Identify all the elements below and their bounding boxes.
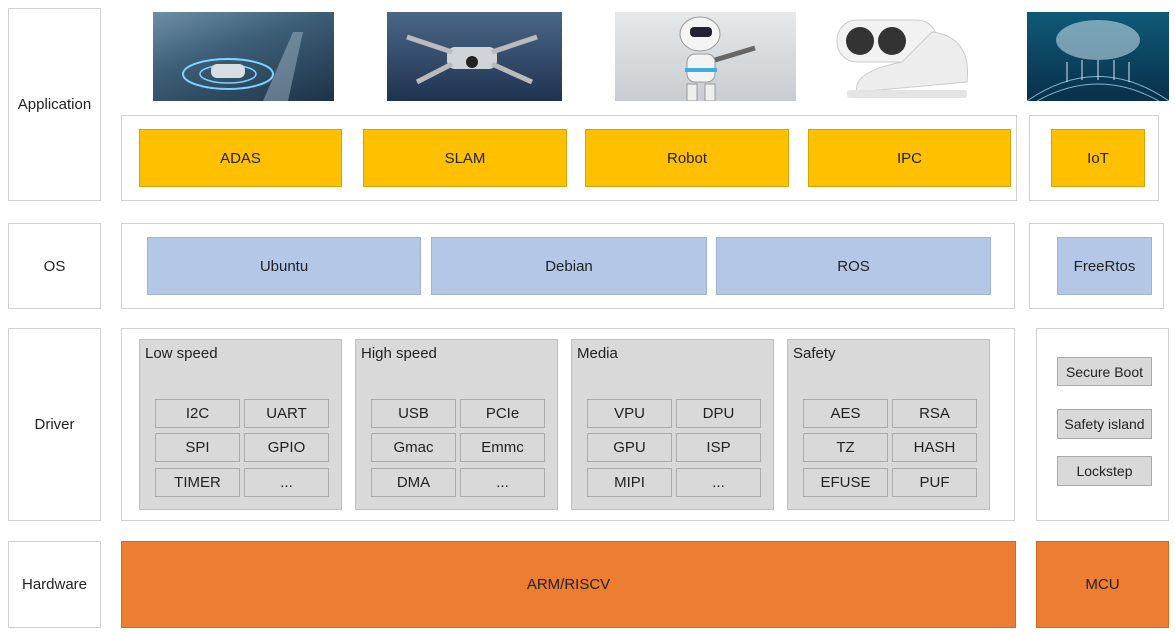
driver-group-title: Media	[577, 345, 618, 362]
driver-cell: DMA	[371, 468, 456, 497]
secure-boot: Secure Boot	[1057, 357, 1152, 386]
app-ipc: IPC	[808, 129, 1011, 187]
driver-group-high-speed: High speed USB PCIe Gmac Emmc DMA...	[355, 339, 558, 510]
driver-cell: ...	[244, 468, 329, 497]
driver-cell: EFUSE	[803, 468, 888, 497]
driver-cell: GPU	[587, 433, 672, 462]
driver-cell: MIPI	[587, 468, 672, 497]
driver-cell: AES	[803, 399, 888, 428]
driver-cell: Emmc	[460, 433, 545, 462]
adas-car-image	[153, 12, 334, 101]
driver-cell: TIMER	[155, 468, 240, 497]
driver-cell: ...	[460, 468, 545, 497]
driver-cell: GPIO	[244, 433, 329, 462]
driver-cell: DPU	[676, 399, 761, 428]
layer-label-hardware: Hardware	[8, 541, 101, 628]
driver-cell: SPI	[155, 433, 240, 462]
os-freertos: FreeRtos	[1057, 237, 1152, 295]
architecture-diagram: Application OS Driver Hardware ADAS SLAM…	[0, 0, 1175, 633]
driver-group-title: Safety	[793, 345, 836, 362]
os-ubuntu: Ubuntu	[147, 237, 421, 295]
driver-cell: PUF	[892, 468, 977, 497]
driver-group-safety: Safety AES RSA TZ HASH EFUSE PUF	[787, 339, 990, 510]
driver-cell: RSA	[892, 399, 977, 428]
driver-group-low-speed: Low speed I2C UART SPI GPIO TIMER...	[139, 339, 342, 510]
driver-cell: PCIe	[460, 399, 545, 428]
layer-label-driver: Driver	[8, 328, 101, 521]
layer-label-application: Application	[8, 8, 101, 201]
app-robot: Robot	[585, 129, 789, 187]
driver-cell: ...	[676, 468, 761, 497]
os-ros: ROS	[716, 237, 991, 295]
iot-cloud-image	[1027, 12, 1169, 101]
app-iot: IoT	[1051, 129, 1145, 187]
app-slam: SLAM	[363, 129, 567, 187]
driver-cell: TZ	[803, 433, 888, 462]
driver-cell: Gmac	[371, 433, 456, 462]
hardware-arm-riscv: ARM/RISCV	[121, 541, 1016, 628]
driver-cell: I2C	[155, 399, 240, 428]
driver-cell: HASH	[892, 433, 977, 462]
layer-label-os: OS	[8, 223, 101, 309]
os-debian: Debian	[431, 237, 707, 295]
hardware-mcu: MCU	[1036, 541, 1169, 628]
drone-image	[387, 12, 562, 101]
driver-group-title: Low speed	[145, 345, 218, 362]
camera-image	[832, 12, 986, 101]
driver-cell: VPU	[587, 399, 672, 428]
app-adas: ADAS	[139, 129, 342, 187]
lockstep: Lockstep	[1057, 456, 1152, 486]
driver-cell: ISP	[676, 433, 761, 462]
driver-cell: UART	[244, 399, 329, 428]
robot-image	[615, 12, 796, 101]
driver-cell: USB	[371, 399, 456, 428]
safety-island: Safety island	[1057, 409, 1152, 439]
driver-group-title: High speed	[361, 345, 437, 362]
driver-group-media: Media VPU DPU GPU ISP MIPI...	[571, 339, 774, 510]
